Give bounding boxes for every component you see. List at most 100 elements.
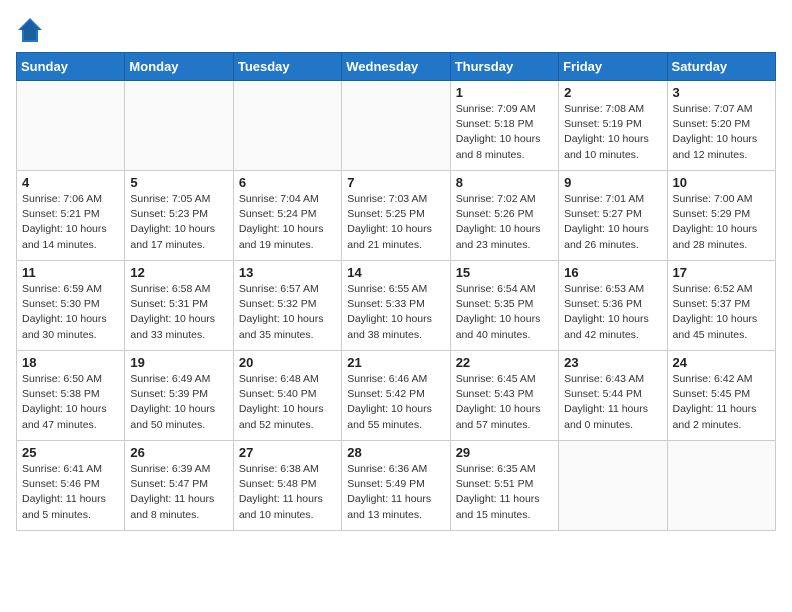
calendar-cell: 12 Sunrise: 6:58 AM Sunset: 5:31 PM Dayli…: [125, 261, 233, 351]
day-number: 7: [347, 175, 444, 190]
day-number: 11: [22, 265, 119, 280]
day-info: Sunrise: 6:42 AM Sunset: 5:45 PM Dayligh…: [673, 372, 770, 433]
day-number: 4: [22, 175, 119, 190]
day-info: Sunrise: 6:53 AM Sunset: 5:36 PM Dayligh…: [564, 282, 661, 343]
calendar-cell: 17 Sunrise: 6:52 AM Sunset: 5:37 PM Dayli…: [667, 261, 775, 351]
day-info: Sunrise: 6:39 AM Sunset: 5:47 PM Dayligh…: [130, 462, 227, 523]
day-info: Sunrise: 6:41 AM Sunset: 5:46 PM Dayligh…: [22, 462, 119, 523]
calendar-week-row: 4 Sunrise: 7:06 AM Sunset: 5:21 PM Daylig…: [17, 171, 776, 261]
weekday-header: Wednesday: [342, 53, 450, 81]
calendar-cell: 10 Sunrise: 7:00 AM Sunset: 5:29 PM Dayli…: [667, 171, 775, 261]
page-header: [16, 16, 776, 44]
calendar-cell: 5 Sunrise: 7:05 AM Sunset: 5:23 PM Daylig…: [125, 171, 233, 261]
day-number: 28: [347, 445, 444, 460]
day-info: Sunrise: 6:35 AM Sunset: 5:51 PM Dayligh…: [456, 462, 553, 523]
calendar-cell: 22 Sunrise: 6:45 AM Sunset: 5:43 PM Dayli…: [450, 351, 558, 441]
day-info: Sunrise: 6:49 AM Sunset: 5:39 PM Dayligh…: [130, 372, 227, 433]
weekday-header: Monday: [125, 53, 233, 81]
weekday-header: Thursday: [450, 53, 558, 81]
day-info: Sunrise: 7:02 AM Sunset: 5:26 PM Dayligh…: [456, 192, 553, 253]
day-number: 18: [22, 355, 119, 370]
calendar-cell: [667, 441, 775, 531]
day-number: 3: [673, 85, 770, 100]
day-number: 10: [673, 175, 770, 190]
day-number: 20: [239, 355, 336, 370]
calendar-cell: 27 Sunrise: 6:38 AM Sunset: 5:48 PM Dayli…: [233, 441, 341, 531]
day-number: 2: [564, 85, 661, 100]
day-number: 22: [456, 355, 553, 370]
day-number: 24: [673, 355, 770, 370]
weekday-header: Friday: [559, 53, 667, 81]
day-info: Sunrise: 7:03 AM Sunset: 5:25 PM Dayligh…: [347, 192, 444, 253]
calendar-week-row: 25 Sunrise: 6:41 AM Sunset: 5:46 PM Dayli…: [17, 441, 776, 531]
calendar-table: SundayMondayTuesdayWednesdayThursdayFrid…: [16, 52, 776, 531]
calendar-cell: 20 Sunrise: 6:48 AM Sunset: 5:40 PM Dayli…: [233, 351, 341, 441]
day-info: Sunrise: 7:04 AM Sunset: 5:24 PM Dayligh…: [239, 192, 336, 253]
day-info: Sunrise: 6:50 AM Sunset: 5:38 PM Dayligh…: [22, 372, 119, 433]
calendar-cell: 13Sunrise: 6:57 AM Sunset: 5:32 PM Dayli…: [233, 261, 341, 351]
weekday-header: Saturday: [667, 53, 775, 81]
calendar-cell: 28 Sunrise: 6:36 AM Sunset: 5:49 PM Dayli…: [342, 441, 450, 531]
day-number: 5: [130, 175, 227, 190]
day-info: Sunrise: 6:58 AM Sunset: 5:31 PM Dayligh…: [130, 282, 227, 343]
day-info: Sunrise: 7:06 AM Sunset: 5:21 PM Dayligh…: [22, 192, 119, 253]
calendar-cell: 29 Sunrise: 6:35 AM Sunset: 5:51 PM Dayli…: [450, 441, 558, 531]
day-number: 1: [456, 85, 553, 100]
day-info: Sunrise: 7:08 AM Sunset: 5:19 PM Dayligh…: [564, 102, 661, 163]
day-info: Sunrise: 6:38 AM Sunset: 5:48 PM Dayligh…: [239, 462, 336, 523]
calendar-cell: 9Sunrise: 7:01 AM Sunset: 5:27 PM Daylig…: [559, 171, 667, 261]
day-number: 8: [456, 175, 553, 190]
day-number: 17: [673, 265, 770, 280]
calendar-cell: [125, 81, 233, 171]
day-info: Sunrise: 6:48 AM Sunset: 5:40 PM Dayligh…: [239, 372, 336, 433]
calendar-cell: 19 Sunrise: 6:49 AM Sunset: 5:39 PM Dayli…: [125, 351, 233, 441]
calendar-cell: 24 Sunrise: 6:42 AM Sunset: 5:45 PM Dayli…: [667, 351, 775, 441]
calendar-cell: 25 Sunrise: 6:41 AM Sunset: 5:46 PM Dayli…: [17, 441, 125, 531]
calendar-cell: [17, 81, 125, 171]
calendar-cell: 1 Sunrise: 7:09 AM Sunset: 5:18 PM Daylig…: [450, 81, 558, 171]
calendar-cell: 15 Sunrise: 6:54 AM Sunset: 5:35 PM Dayli…: [450, 261, 558, 351]
calendar-cell: 3 Sunrise: 7:07 AM Sunset: 5:20 PM Daylig…: [667, 81, 775, 171]
day-number: 27: [239, 445, 336, 460]
day-number: 21: [347, 355, 444, 370]
calendar-cell: 14 Sunrise: 6:55 AM Sunset: 5:33 PM Dayli…: [342, 261, 450, 351]
calendar-week-row: 11 Sunrise: 6:59 AM Sunset: 5:30 PM Dayli…: [17, 261, 776, 351]
day-info: Sunrise: 6:36 AM Sunset: 5:49 PM Dayligh…: [347, 462, 444, 523]
calendar-cell: 11 Sunrise: 6:59 AM Sunset: 5:30 PM Dayli…: [17, 261, 125, 351]
day-info: Sunrise: 6:43 AM Sunset: 5:44 PM Dayligh…: [564, 372, 661, 433]
calendar-cell: 7 Sunrise: 7:03 AM Sunset: 5:25 PM Daylig…: [342, 171, 450, 261]
day-info: Sunrise: 7:05 AM Sunset: 5:23 PM Dayligh…: [130, 192, 227, 253]
weekday-header: Tuesday: [233, 53, 341, 81]
day-info: Sunrise: 6:54 AM Sunset: 5:35 PM Dayligh…: [456, 282, 553, 343]
day-number: 14: [347, 265, 444, 280]
calendar-week-row: 1 Sunrise: 7:09 AM Sunset: 5:18 PM Daylig…: [17, 81, 776, 171]
day-number: 29: [456, 445, 553, 460]
day-info: Sunrise: 7:07 AM Sunset: 5:20 PM Dayligh…: [673, 102, 770, 163]
calendar-week-row: 18 Sunrise: 6:50 AM Sunset: 5:38 PM Dayli…: [17, 351, 776, 441]
calendar-cell: 8 Sunrise: 7:02 AM Sunset: 5:26 PM Daylig…: [450, 171, 558, 261]
day-info: Sunrise: 6:59 AM Sunset: 5:30 PM Dayligh…: [22, 282, 119, 343]
day-number: 13: [239, 265, 336, 280]
day-number: 19: [130, 355, 227, 370]
calendar-cell: 2 Sunrise: 7:08 AM Sunset: 5:19 PM Daylig…: [559, 81, 667, 171]
day-info: Sunrise: 6:52 AM Sunset: 5:37 PM Dayligh…: [673, 282, 770, 343]
calendar-cell: 21 Sunrise: 6:46 AM Sunset: 5:42 PM Dayli…: [342, 351, 450, 441]
day-number: 16: [564, 265, 661, 280]
day-number: 25: [22, 445, 119, 460]
day-info: Sunrise: 7:00 AM Sunset: 5:29 PM Dayligh…: [673, 192, 770, 253]
calendar-cell: 6 Sunrise: 7:04 AM Sunset: 5:24 PM Daylig…: [233, 171, 341, 261]
calendar-cell: [233, 81, 341, 171]
day-number: 12: [130, 265, 227, 280]
day-info: Sunrise: 7:09 AM Sunset: 5:18 PM Dayligh…: [456, 102, 553, 163]
day-number: 6: [239, 175, 336, 190]
calendar-cell: 4 Sunrise: 7:06 AM Sunset: 5:21 PM Daylig…: [17, 171, 125, 261]
day-info: Sunrise: 6:46 AM Sunset: 5:42 PM Dayligh…: [347, 372, 444, 433]
calendar-cell: 16 Sunrise: 6:53 AM Sunset: 5:36 PM Dayli…: [559, 261, 667, 351]
day-info: Sunrise: 6:55 AM Sunset: 5:33 PM Dayligh…: [347, 282, 444, 343]
calendar-cell: 18 Sunrise: 6:50 AM Sunset: 5:38 PM Dayli…: [17, 351, 125, 441]
day-number: 9: [564, 175, 661, 190]
weekday-header: Sunday: [17, 53, 125, 81]
day-number: 15: [456, 265, 553, 280]
calendar-cell: 23Sunrise: 6:43 AM Sunset: 5:44 PM Dayli…: [559, 351, 667, 441]
day-info: Sunrise: 6:45 AM Sunset: 5:43 PM Dayligh…: [456, 372, 553, 433]
